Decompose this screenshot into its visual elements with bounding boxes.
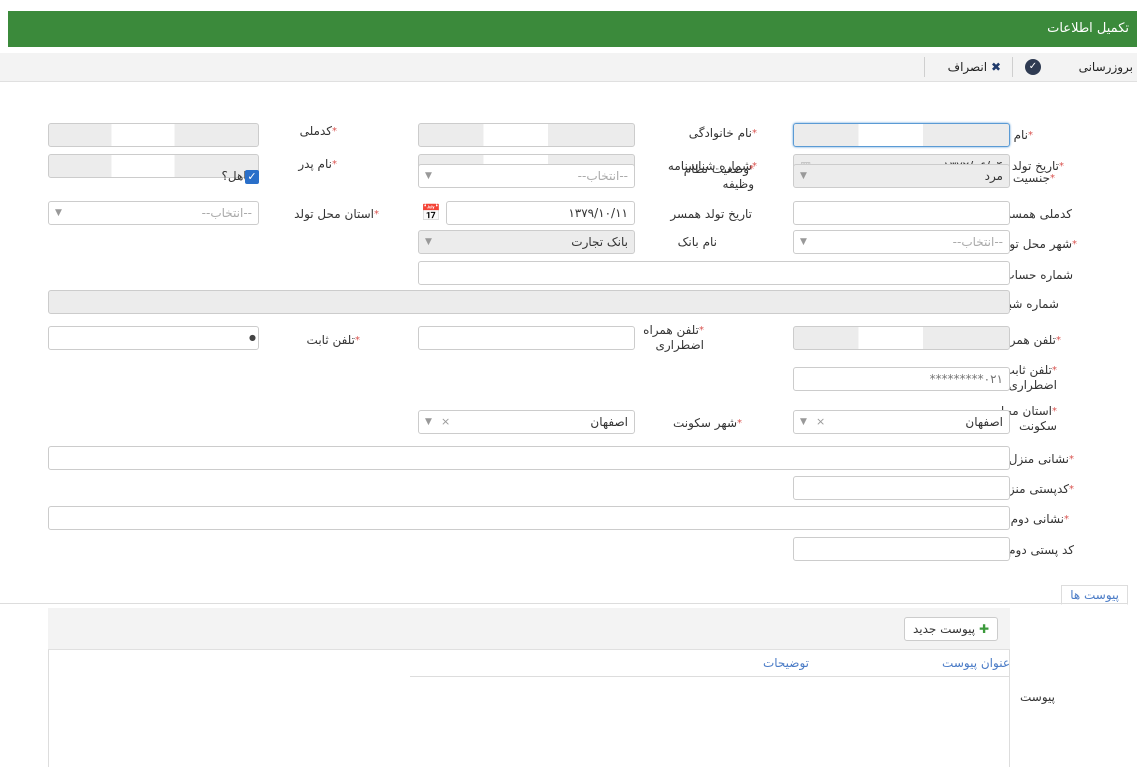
spouse-code-input[interactable] xyxy=(793,201,1010,225)
military-select[interactable]: --انتخاب-- ▼ xyxy=(418,164,635,188)
national-code-label: *کدملی xyxy=(299,124,337,138)
chevron-down-icon: ▼ xyxy=(55,208,62,218)
dot-icon: ● xyxy=(249,333,256,342)
family-input[interactable] xyxy=(418,123,635,147)
gender-label: *جنسیت xyxy=(1012,171,1055,185)
toolbar-separator xyxy=(924,57,925,77)
emergency-mobile-input[interactable] xyxy=(418,326,635,350)
chevron-down-icon: ▼ xyxy=(800,417,807,427)
bank-name-label: نام بانک xyxy=(677,235,717,249)
update-button[interactable]: بروزرسانی xyxy=(1079,55,1133,79)
tab-attachments[interactable]: پیوست ها xyxy=(1061,585,1128,605)
chevron-down-icon: ▼ xyxy=(425,417,432,427)
second-address-label: *نشانی دوم xyxy=(1010,512,1069,526)
spouse-code-label: کدملی همسر xyxy=(1005,207,1072,221)
new-attachment-button[interactable]: ✚ پیوست جدید xyxy=(903,617,998,641)
window-title: تکمیل اطلاعات xyxy=(1047,21,1129,36)
bank-name-select[interactable]: بانک تجارت ▼ xyxy=(418,230,635,254)
second-postal-label: کد پستی دوم xyxy=(1008,543,1074,557)
account-number-input[interactable] xyxy=(418,261,1010,285)
national-code-input[interactable] xyxy=(48,123,259,147)
table-header-line xyxy=(410,676,1010,677)
second-postal-input[interactable] xyxy=(793,537,1010,561)
residence-city-label: *شهر سکونت xyxy=(672,416,742,430)
name-label: *نام xyxy=(1013,128,1033,142)
name-input[interactable] xyxy=(793,123,1010,147)
close-icon: ✖ xyxy=(990,60,1001,74)
attachment-section-label: پیوست xyxy=(1020,690,1055,704)
toolbar-separator xyxy=(1012,57,1013,77)
birth-city-label: *شهر محل تولد xyxy=(999,237,1077,251)
birth-province-label: *استان محل تولد xyxy=(294,207,379,221)
emergency-landline-label: *تلفن ثابت اضطراری xyxy=(1003,363,1057,392)
clear-icon[interactable]: × xyxy=(441,411,450,433)
sheba-input[interactable] xyxy=(48,290,1010,314)
emergency-mobile-label: *تلفن همراه اضطراری xyxy=(643,323,704,352)
home-address-input[interactable] xyxy=(48,446,1010,470)
plus-icon: ✚ xyxy=(978,622,989,636)
residence-city-select[interactable]: اصفهان × ▼ xyxy=(418,410,635,434)
sheba-label: شماره شبا xyxy=(1005,297,1059,311)
father-name-label: *نام پدر xyxy=(298,157,337,171)
mobile-input[interactable] xyxy=(793,326,1010,350)
cancel-button[interactable]: ✖ انصراف xyxy=(948,55,1001,79)
home-address-label: *نشانی منزل xyxy=(1008,452,1074,466)
cancel-label: انصراف xyxy=(947,60,988,74)
column-header-description[interactable]: توضیحات xyxy=(763,656,809,670)
title-bar: تکمیل اطلاعات xyxy=(8,11,1137,47)
chevron-down-icon: ▼ xyxy=(425,171,432,181)
emergency-landline-input[interactable] xyxy=(793,367,1010,391)
home-postal-label: *کدپستی منزل xyxy=(1000,482,1074,496)
birth-city-select[interactable]: --انتخاب-- ▼ xyxy=(793,230,1010,254)
attachments-toolbar: ✚ پیوست جدید xyxy=(48,608,1010,650)
update-label: بروزرسانی xyxy=(1078,60,1133,74)
chevron-down-icon: ▼ xyxy=(800,171,807,181)
married-checkbox[interactable]: ✓ xyxy=(245,170,259,184)
toolbar: بروزرسانی ✓ ✖ انصراف xyxy=(0,53,1137,82)
clear-icon[interactable]: × xyxy=(816,411,825,433)
tab-divider xyxy=(0,603,1127,604)
spouse-birth-input[interactable]: ۱۳۷۹/۱۰/۱۱ xyxy=(446,201,635,225)
column-header-title[interactable]: عنوان پیوست xyxy=(942,656,1010,670)
landline-input[interactable]: ● xyxy=(48,326,259,350)
military-label: *وضعیت نظام وظیفه xyxy=(683,162,754,191)
calendar-icon[interactable]: 📅 xyxy=(421,203,441,222)
new-attachment-label: پیوست جدید xyxy=(912,622,976,636)
landline-label: *تلفن ثابت xyxy=(306,333,360,347)
spouse-birth-label: تاریخ تولد همسر xyxy=(670,207,752,221)
residence-province-select[interactable]: اصفهان × ▼ xyxy=(793,410,1010,434)
check-circle-icon[interactable]: ✓ xyxy=(1025,59,1041,75)
gender-select[interactable]: مرد ▼ xyxy=(793,164,1010,188)
family-label: *نام خانوادگی xyxy=(688,126,757,140)
home-postal-input[interactable] xyxy=(793,476,1010,500)
chevron-down-icon: ▼ xyxy=(425,237,432,247)
chevron-down-icon: ▼ xyxy=(800,237,807,247)
birth-province-select[interactable]: --انتخاب-- ▼ xyxy=(48,201,259,225)
second-address-input[interactable] xyxy=(48,506,1010,530)
account-number-label: شماره حساب xyxy=(1003,268,1073,282)
